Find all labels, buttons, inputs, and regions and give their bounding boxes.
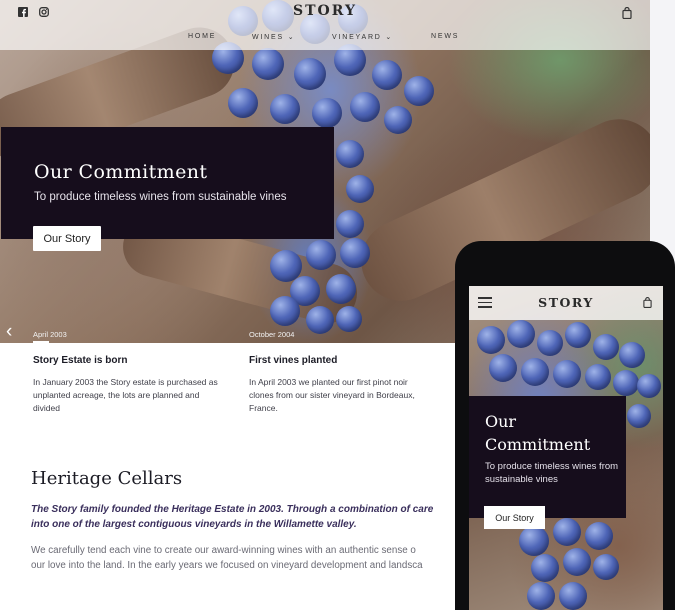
grape <box>326 274 356 304</box>
phone-commitment-panel: Our Commitment To produce timeless wines… <box>469 396 626 518</box>
heritage-lead-line: into one of the largest contiguous viney… <box>31 519 357 530</box>
timeline-item-title: Story Estate is born <box>33 355 128 366</box>
heritage-body-line: our love into the land. In the early yea… <box>31 560 423 571</box>
grape <box>559 582 587 610</box>
timeline-date[interactable]: October 2004 <box>249 330 294 339</box>
grape <box>312 98 342 128</box>
heritage-lead: The Story family founded the Heritage Es… <box>31 502 461 532</box>
grape <box>384 106 412 134</box>
grape <box>340 238 370 268</box>
shopping-bag-icon[interactable] <box>643 297 652 308</box>
grape <box>294 58 326 90</box>
grape <box>553 360 581 388</box>
timeline-item-title: First vines planted <box>249 355 338 366</box>
commitment-panel: Our Commitment To produce timeless wines… <box>1 127 334 239</box>
grape <box>336 306 362 332</box>
shopping-bag-icon[interactable] <box>622 7 632 19</box>
timeline-active-marker <box>33 341 49 343</box>
phone-our-story-button[interactable]: Our Story <box>484 506 545 529</box>
timeline-item-text: In April 2003 we planted our first pinot… <box>249 377 415 413</box>
grape <box>346 175 374 203</box>
grape <box>627 404 651 428</box>
grape <box>521 358 549 386</box>
grape <box>306 240 336 270</box>
grape <box>527 582 555 610</box>
phone-brand-logo[interactable]: STORY <box>469 295 663 310</box>
phone-screen: STORY Our Commitment To produce timeless… <box>469 286 663 610</box>
grape <box>350 92 380 122</box>
nav-vineyard-label: VINEYARD <box>332 34 382 41</box>
brand-logo[interactable]: STORY <box>0 3 650 19</box>
grape <box>565 322 591 348</box>
top-navigation-bar: STORY HOME WINES ⌄ VINEYARD ⌄ NEWS <box>0 0 650 50</box>
grape <box>489 354 517 382</box>
heritage-title: Heritage Cellars <box>31 468 183 489</box>
heritage-body: We carefully tend each vine to create ou… <box>31 543 461 573</box>
chevron-left-icon[interactable]: ‹ <box>6 322 12 341</box>
nav-home[interactable]: HOME <box>188 33 216 40</box>
grape <box>637 374 661 398</box>
grape <box>306 306 334 334</box>
grape <box>553 518 581 546</box>
phone-navigation-bar: STORY <box>469 286 663 320</box>
hero-subtitle: To produce timeless wines from sustainab… <box>34 191 287 203</box>
grape <box>507 320 535 348</box>
chevron-down-icon: ⌄ <box>287 34 296 41</box>
grape <box>519 526 549 556</box>
hero-title: Our Commitment <box>34 161 208 183</box>
grape <box>336 140 364 168</box>
grape <box>228 88 258 118</box>
grape <box>252 48 284 80</box>
nav-vineyard[interactable]: VINEYARD ⌄ <box>332 33 393 41</box>
nav-wines[interactable]: WINES ⌄ <box>252 33 295 41</box>
grape <box>372 60 402 90</box>
phone-hero-title: Our Commitment <box>485 412 591 454</box>
timeline-item-text: In January 2003 the Story estate is purc… <box>33 377 218 413</box>
heritage-body-line: We carefully tend each vine to create ou… <box>31 545 416 556</box>
chevron-down-icon: ⌄ <box>385 34 394 41</box>
grape <box>537 330 563 356</box>
grape <box>531 554 559 582</box>
grape <box>404 76 434 106</box>
heritage-lead-line: The Story family founded the Heritage Es… <box>31 504 434 515</box>
grape <box>593 334 619 360</box>
grape <box>563 548 591 576</box>
nav-news[interactable]: NEWS <box>431 33 459 40</box>
grape <box>593 554 619 580</box>
grape <box>336 210 364 238</box>
nav-wines-label: WINES <box>252 34 284 41</box>
grape <box>477 326 505 354</box>
grape <box>585 522 613 550</box>
grape <box>270 94 300 124</box>
grape <box>585 364 611 390</box>
phone-hero-subtitle: To produce timeless wines from sustainab… <box>485 461 619 485</box>
grape <box>270 296 300 326</box>
phone-mockup: STORY Our Commitment To produce timeless… <box>455 241 675 610</box>
grape <box>619 342 645 368</box>
grape <box>613 370 639 396</box>
our-story-button[interactable]: Our Story <box>33 226 101 251</box>
timeline-date[interactable]: April 2003 <box>33 330 67 339</box>
